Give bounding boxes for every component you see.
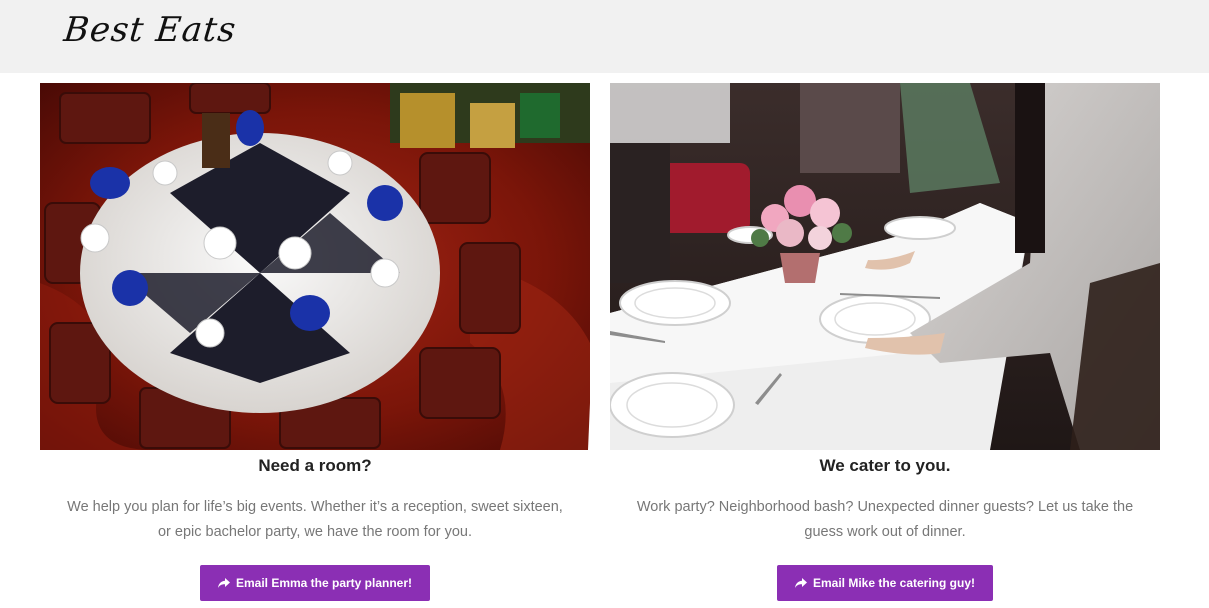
card-title: We cater to you. xyxy=(819,456,951,475)
party-room-card: Need a room? We help you plan for life’s… xyxy=(40,83,590,601)
email-catering-button[interactable]: Email Mike the catering guy! xyxy=(777,565,993,601)
catering-card: We cater to you. Work party? Neighborhoo… xyxy=(610,83,1160,601)
share-icon xyxy=(217,577,230,588)
card-description: Work party? Neighborhood bash? Unexpecte… xyxy=(636,499,1134,540)
share-icon xyxy=(794,577,807,588)
button-label: Email Mike the catering guy! xyxy=(812,576,976,590)
table-setting-photo xyxy=(610,83,1160,450)
site-logo[interactable]: Best Eats xyxy=(62,10,238,50)
button-label: Email Emma the party planner! xyxy=(235,576,413,590)
card-description: We help you plan for life’s big events. … xyxy=(67,499,563,540)
banquet-table-photo xyxy=(40,83,590,450)
site-header: Best Eats xyxy=(0,0,1209,73)
card-title: Need a room? xyxy=(258,456,372,475)
email-party-planner-button[interactable]: Email Emma the party planner! xyxy=(200,565,430,601)
